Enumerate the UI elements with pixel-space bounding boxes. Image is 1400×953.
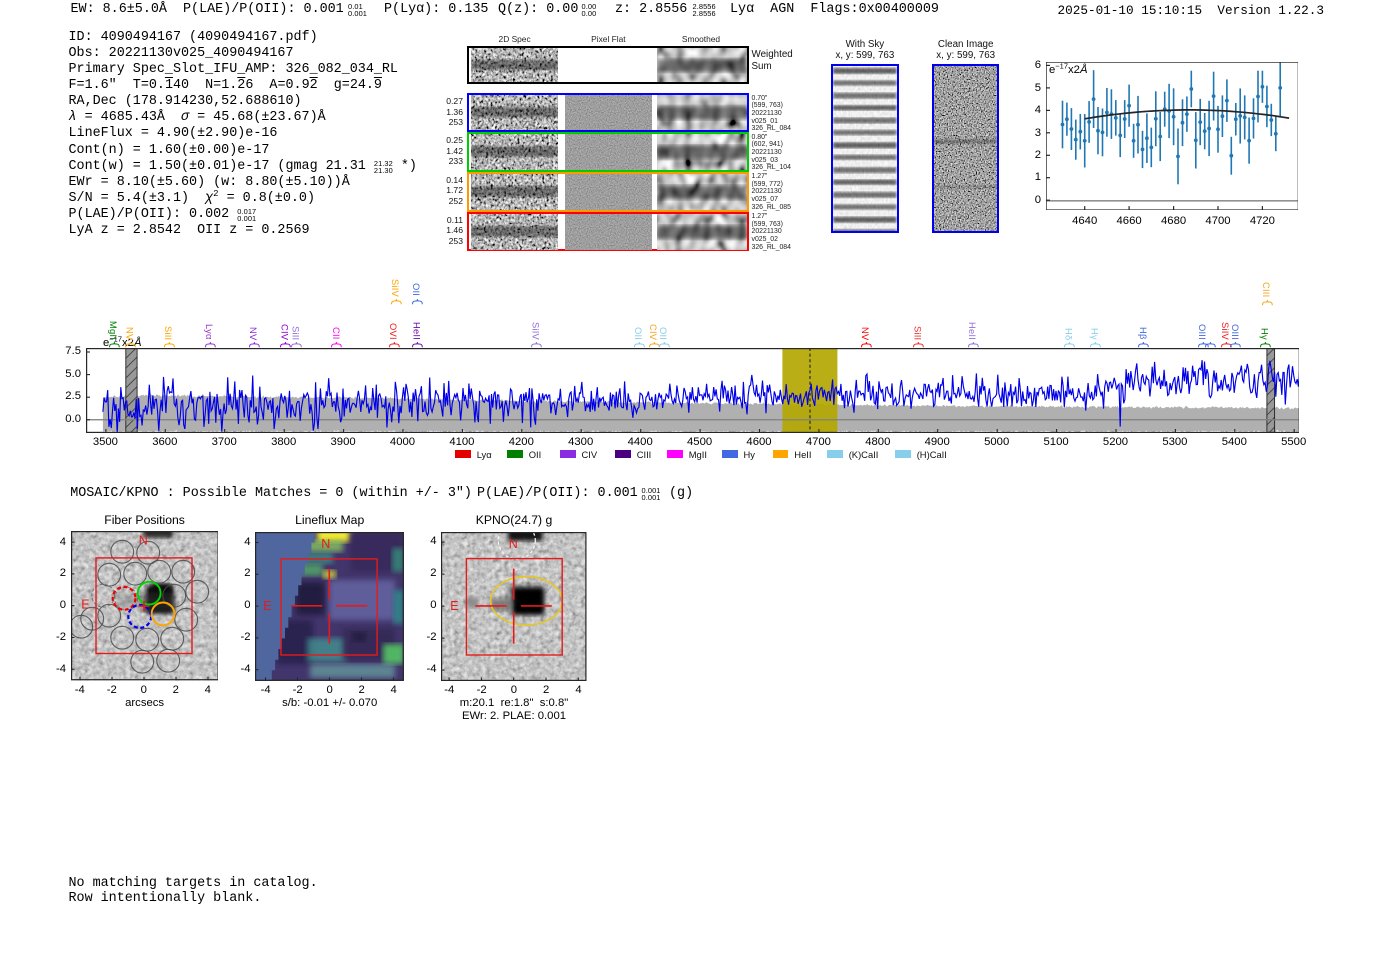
svg-text:N: N (509, 537, 518, 551)
svg-text:N: N (321, 537, 330, 551)
svg-text:E: E (450, 599, 458, 613)
svg-text:E: E (263, 599, 271, 613)
svg-text:E: E (81, 598, 89, 612)
svg-text:N: N (138, 534, 147, 548)
